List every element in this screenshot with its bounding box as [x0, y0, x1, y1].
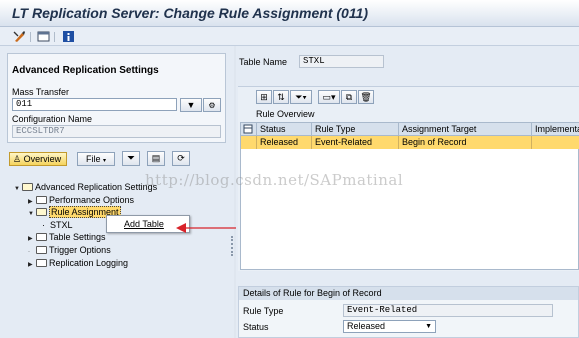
glasses-icon: ⚙ — [208, 101, 216, 110]
replication-settings-box: Advanced Replication Settings Mass Trans… — [7, 53, 226, 143]
refresh-button[interactable]: ⟳ — [172, 151, 190, 166]
transfer-action-button[interactable]: ⚙ — [203, 98, 221, 112]
toolbar-separator — [30, 32, 31, 42]
tree-item-label: Replication Logging — [49, 258, 129, 268]
expand-right-icon[interactable]: ▶ — [28, 259, 36, 271]
toolbar-separator — [54, 32, 55, 42]
filter-icon: ⏷▾ — [295, 92, 307, 102]
layout-icon[interactable] — [37, 30, 50, 43]
file-button[interactable]: File ▾ — [77, 152, 115, 166]
cell-implementation[interactable] — [532, 136, 579, 149]
tree-item-label: Performance Options — [49, 195, 135, 205]
folder-icon — [36, 196, 47, 204]
refresh-icon: ⟳ — [177, 153, 185, 163]
tree-item-label: Trigger Options — [49, 245, 111, 255]
dropdown-button[interactable]: ▼ — [180, 98, 202, 112]
tree-item-performance-options[interactable]: ▶ Performance Options — [28, 194, 134, 206]
window-title: LT Replication Server: Change Rule Assig… — [12, 5, 369, 21]
table-name-label: Table Name — [239, 57, 288, 67]
filter-button[interactable]: ⏷ — [122, 151, 140, 166]
detail-status-label: Status — [243, 322, 269, 332]
menu-item-add-table[interactable]: Add Table — [124, 219, 164, 229]
table-name-field: STXL — [299, 55, 384, 68]
detail-status-select[interactable]: Released ▼ — [343, 320, 436, 333]
detail-rule-type-field: Event-Related — [343, 304, 553, 317]
tree-item-stxl[interactable]: · STXL — [42, 219, 73, 231]
delete-button[interactable]: 🗑 — [358, 90, 374, 104]
folder-icon — [36, 259, 47, 267]
new-document-icon: ▭▾ — [322, 92, 336, 102]
copy-button[interactable]: ⧉ — [341, 90, 357, 104]
grid-select-icon — [243, 124, 253, 134]
right-panel: Table Name STXL ⊞ ⇅ ⏷▾ ▭▾ ⧉ 🗑 Rule Overv… — [236, 46, 579, 338]
filter-button[interactable]: ⏷▾ — [290, 90, 312, 104]
config-name-field: ECCSLTDR7 — [12, 125, 221, 138]
info-icon[interactable] — [62, 30, 75, 43]
watermark: http://blog.csdn.net/SAPmatinal — [145, 171, 404, 189]
filter-icon: ⏷ — [127, 153, 135, 164]
display-change-icon[interactable] — [13, 30, 26, 43]
chevron-down-icon: ▼ — [425, 323, 432, 330]
settings-title: Advanced Replication Settings — [12, 65, 159, 76]
column-header-rule-type[interactable]: Rule Type — [312, 123, 399, 136]
cell-assignment-target[interactable]: Begin of Record — [399, 136, 532, 149]
cell-rule-type[interactable]: Event-Related — [312, 136, 399, 149]
cell-status[interactable]: Released — [257, 136, 312, 149]
overview-button[interactable]: ♙ Overview — [9, 152, 67, 166]
column-header-status[interactable]: Status — [257, 123, 312, 136]
chevron-down-icon: ▼ — [186, 100, 196, 110]
details-title: Details of Rule for Begin of Record — [239, 287, 578, 300]
folder-icon — [36, 233, 47, 241]
title-bar: LT Replication Server: Change Rule Assig… — [0, 0, 579, 27]
leaf-bullet-icon: · — [42, 220, 45, 230]
tree-root-label: Advanced Replication Settings — [35, 182, 158, 192]
select-all-cell[interactable] — [241, 123, 257, 136]
details-button[interactable]: ⊞ — [256, 90, 272, 104]
mass-transfer-label: Mass Transfer — [12, 87, 70, 97]
tree-root[interactable]: ▼ Advanced Replication Settings — [14, 181, 157, 193]
detail-status-value: Released — [347, 321, 386, 331]
folder-open-icon — [36, 208, 47, 216]
column-header-assignment-target[interactable]: Assignment Target — [399, 123, 532, 136]
folder-open-icon — [22, 183, 33, 191]
copy-icon: ⧉ — [345, 92, 353, 102]
print-button[interactable]: ▤ — [147, 151, 165, 166]
application-toolbar — [0, 27, 579, 46]
tree-item-label: Table Settings — [49, 232, 106, 242]
caret-down-icon: ▾ — [103, 158, 107, 164]
tree-item-trigger-options[interactable]: · Trigger Options — [28, 244, 111, 256]
expand-down-icon[interactable]: ▼ — [14, 183, 22, 195]
overview-label: Overview — [23, 154, 62, 164]
detail-rule-type-label: Rule Type — [243, 306, 284, 316]
tree-item-table-settings[interactable]: ▶ Table Settings — [28, 231, 106, 243]
file-label: File — [85, 154, 101, 164]
print-icon: ▤ — [151, 153, 161, 163]
row-selector[interactable] — [241, 136, 257, 149]
trash-icon: 🗑 — [360, 92, 372, 102]
sort-icon: ⇅ — [277, 92, 285, 102]
binoculars-icon: ⊞ — [260, 92, 268, 102]
rule-overview-label: Rule Overview — [256, 109, 315, 119]
rule-grid: Status Rule Type Assignment Target Imple… — [240, 122, 579, 270]
expand-down-icon[interactable]: ▼ — [28, 208, 36, 220]
sort-button[interactable]: ⇅ — [273, 90, 289, 104]
left-panel: Advanced Replication Settings Mass Trans… — [0, 46, 234, 338]
tree-item-replication-logging[interactable]: ▶ Replication Logging — [28, 257, 128, 269]
config-name-label: Configuration Name — [12, 114, 93, 124]
column-header-implementation[interactable]: Implementa — [532, 123, 579, 136]
new-row-button[interactable]: ▭▾ — [318, 90, 340, 104]
overview-icon: ♙ — [13, 154, 22, 164]
tree-item-label: STXL — [50, 220, 73, 230]
rule-details-box: Details of Rule for Begin of Record Rule… — [238, 286, 579, 338]
folder-icon — [36, 246, 47, 254]
mass-transfer-field[interactable]: 011 — [12, 98, 177, 111]
panel-splitter[interactable] — [231, 236, 233, 256]
